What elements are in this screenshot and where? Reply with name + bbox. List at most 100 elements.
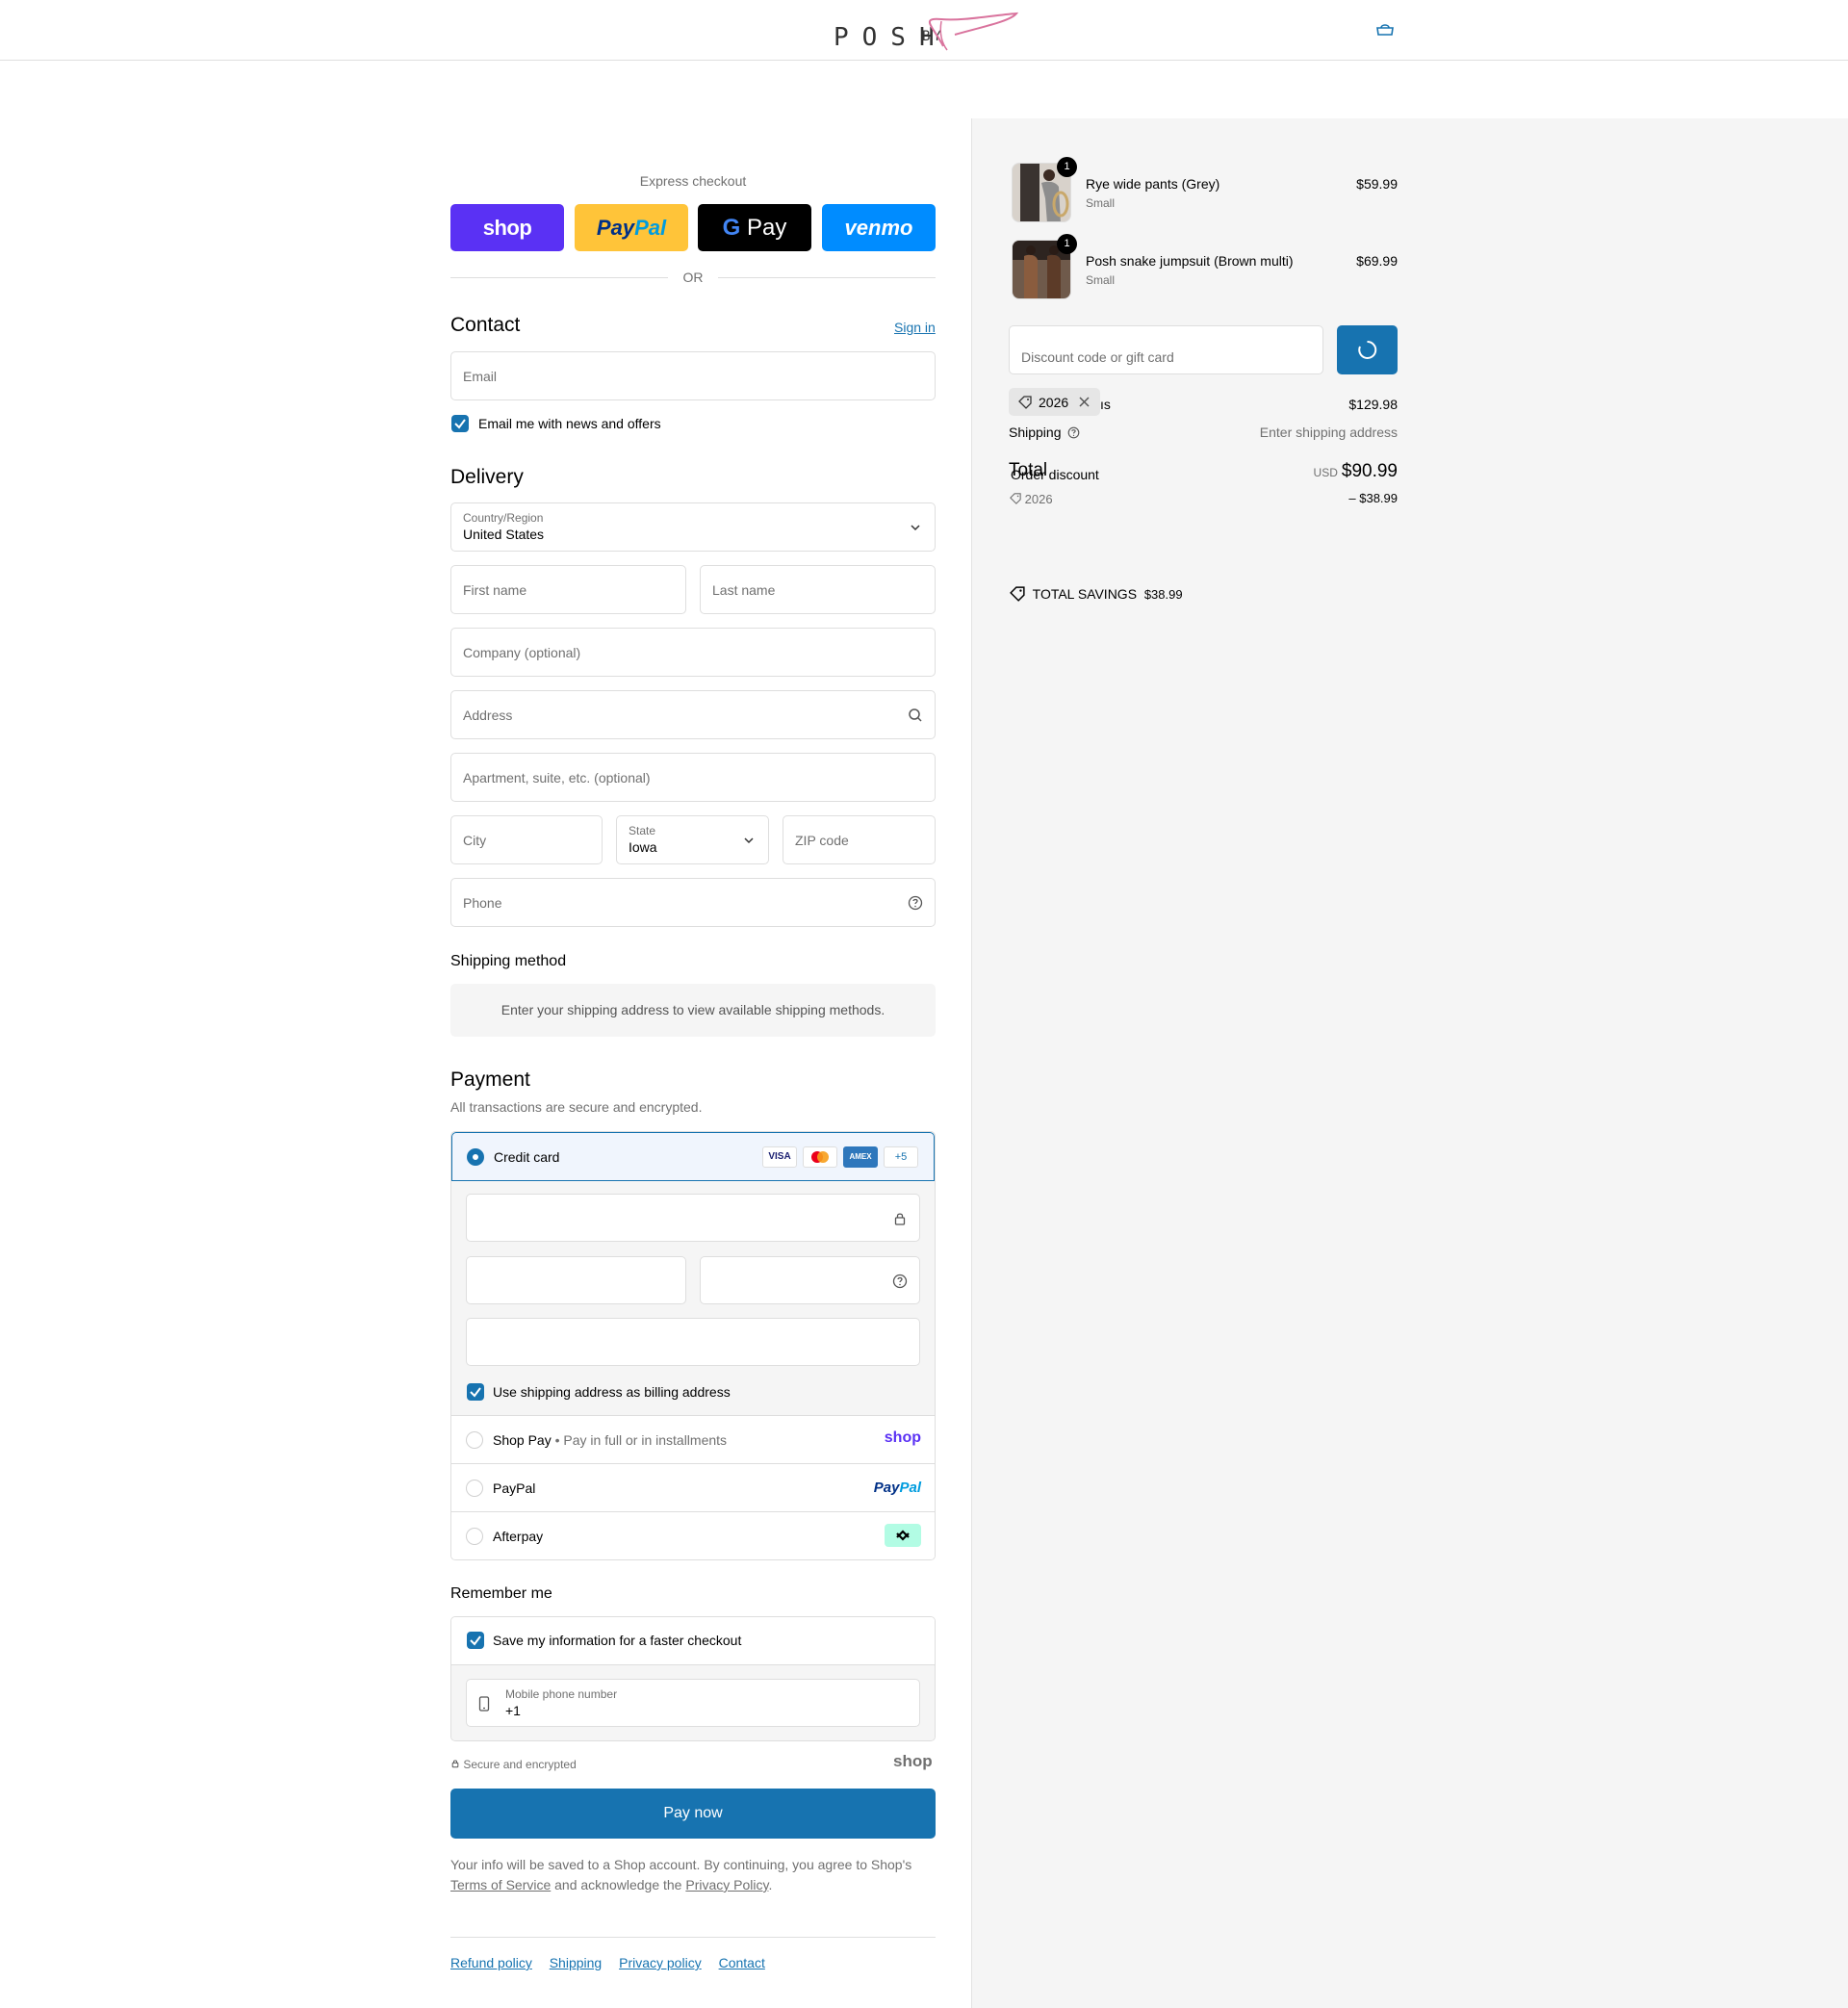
last-name-field[interactable]: Last name [700,565,936,614]
or-divider: OR [450,268,936,287]
discount-code-field[interactable]: Discount code or gift card [1009,325,1323,374]
total-value: USD $90.99 [1313,461,1398,481]
credit-card-radio[interactable] [467,1148,484,1166]
secure-encrypted-note: Secure and encrypted [450,1758,577,1771]
state-select[interactable]: State Iowa [616,815,769,864]
mastercard-icon [803,1146,837,1168]
shop-pay-button[interactable]: shop [450,204,564,251]
address-field[interactable]: Address [450,690,936,739]
credit-card-option[interactable]: Credit card VISA AMEX +5 [451,1132,935,1181]
shipping-method-title: Shipping method [450,953,567,969]
shop-logo: shop [893,1752,933,1770]
delivery-title: Delivery [450,466,524,488]
product-variant: Small [1086,273,1116,287]
shipping-method-info: Enter your shipping address to view avai… [450,984,936,1037]
footer-links: Refund policy Shipping Privacy policy Co… [450,1955,779,1970]
billing-checkbox[interactable] [467,1383,484,1401]
company-field[interactable]: Company (optional) [450,628,936,677]
logo-swoosh-icon [928,12,1019,51]
zip-field[interactable]: ZIP code [783,815,936,864]
country-select[interactable]: Country/Region United States [450,502,936,552]
payment-subtitle: All transactions are secure and encrypte… [450,1099,703,1115]
discount-code-line: 2026 [1010,492,1053,506]
search-icon [909,708,922,722]
amex-icon: AMEX [843,1146,878,1168]
quantity-badge: 1 [1057,157,1077,177]
contact-title: Contact [450,314,521,336]
shipping-label: Shipping [1009,425,1080,440]
venmo-button[interactable]: venmo [822,204,936,251]
expiration-field[interactable] [466,1256,686,1304]
loading-spinner-icon [1358,340,1377,359]
phone-field[interactable]: Phone [450,878,936,927]
contact-link[interactable]: Contact [719,1955,765,1970]
paypal-button[interactable]: Pay Pal [575,204,688,251]
visa-icon: VISA [762,1146,797,1168]
shop-pay-radio[interactable] [466,1431,483,1449]
header: POSH BY [0,0,1848,61]
afterpay-logo-icon [885,1524,921,1547]
bag-icon[interactable] [1374,21,1396,39]
remember-me-title: Remember me [450,1585,552,1602]
product-name: Rye wide pants (Grey) [1086,176,1220,192]
news-checkbox-label: Email me with news and offers [478,416,661,431]
google-g-icon: G [722,214,741,241]
pay-now-button[interactable]: Pay now [450,1789,936,1839]
sign-in-link[interactable]: Sign in [894,320,936,335]
payment-title: Payment [450,1068,530,1091]
news-checkbox[interactable] [451,415,469,432]
tag-icon [1018,396,1032,409]
product-price: $59.99 [1356,176,1398,192]
security-code-field[interactable] [700,1256,920,1304]
shop-pay-option[interactable]: Shop Pay • Pay in full or in installment… [451,1416,935,1464]
email-field[interactable]: Email [450,351,936,400]
help-icon[interactable] [908,895,923,911]
mobile-phone-field[interactable]: Mobile phone number +1 [466,1679,920,1727]
payment-methods: Credit card VISA AMEX +5 Use shipping ad… [450,1131,936,1560]
paypal-radio[interactable] [466,1480,483,1497]
privacy-policy-footer-link[interactable]: Privacy policy [619,1955,702,1970]
privacy-policy-link[interactable]: Privacy Policy [685,1877,768,1892]
name-on-card-field[interactable] [466,1318,920,1366]
card-number-field[interactable] [466,1194,920,1242]
afterpay-option[interactable]: Afterpay [451,1512,935,1559]
legal-text: Your info will be saved to a Shop accoun… [450,1857,912,1892]
shipping-policy-link[interactable]: Shipping [550,1955,603,1970]
total-savings: TOTAL SAVINGS $38.99 [1010,586,1183,602]
express-checkout-title: Express checkout [639,173,747,189]
billing-checkbox-label: Use shipping address as billing address [493,1384,731,1400]
terms-of-service-link[interactable]: Terms of Service [450,1877,551,1892]
help-icon[interactable] [892,1274,908,1289]
apartment-field[interactable]: Apartment, suite, etc. (optional) [450,753,936,802]
lock-icon [451,1760,459,1768]
save-info-label: Save my information for a faster checkou… [493,1633,742,1648]
save-info-checkbox[interactable] [467,1632,484,1649]
store-logo[interactable]: POSH BY [828,8,1020,54]
discount-chip: 2026 [1009,388,1100,416]
apply-discount-button[interactable] [1337,325,1398,374]
remember-me-box: Save my information for a faster checkou… [450,1616,936,1741]
mobile-phone-icon [478,1696,490,1712]
close-icon[interactable] [1078,396,1091,408]
tag-icon [1010,493,1021,504]
chevron-down-icon [744,837,754,844]
first-name-field[interactable]: First name [450,565,686,614]
credit-card-form: Use shipping address as billing address [451,1181,935,1416]
product-variant: Small [1086,196,1116,210]
subtotal-label: ıs [1100,397,1111,412]
product-name: Posh snake jumpsuit (Brown multi) [1086,253,1294,269]
more-cards-badge: +5 [884,1146,918,1168]
product-price: $69.99 [1356,253,1398,269]
city-field[interactable]: City [450,815,603,864]
refund-policy-link[interactable]: Refund policy [450,1955,532,1970]
lock-icon [894,1213,906,1225]
help-icon[interactable] [1067,426,1080,439]
shop-logo: shop [884,1429,921,1446]
shipping-value: Enter shipping address [1259,425,1398,440]
express-checkout-buttons: shop Pay Pal G Pay venmo [450,204,936,252]
order-discount-label: Order discount [1011,467,1099,482]
subtotal-value: $129.98 [1348,397,1398,412]
paypal-option[interactable]: PayPal PayPal [451,1464,935,1512]
google-pay-button[interactable]: G Pay [698,204,811,251]
afterpay-radio[interactable] [466,1528,483,1545]
